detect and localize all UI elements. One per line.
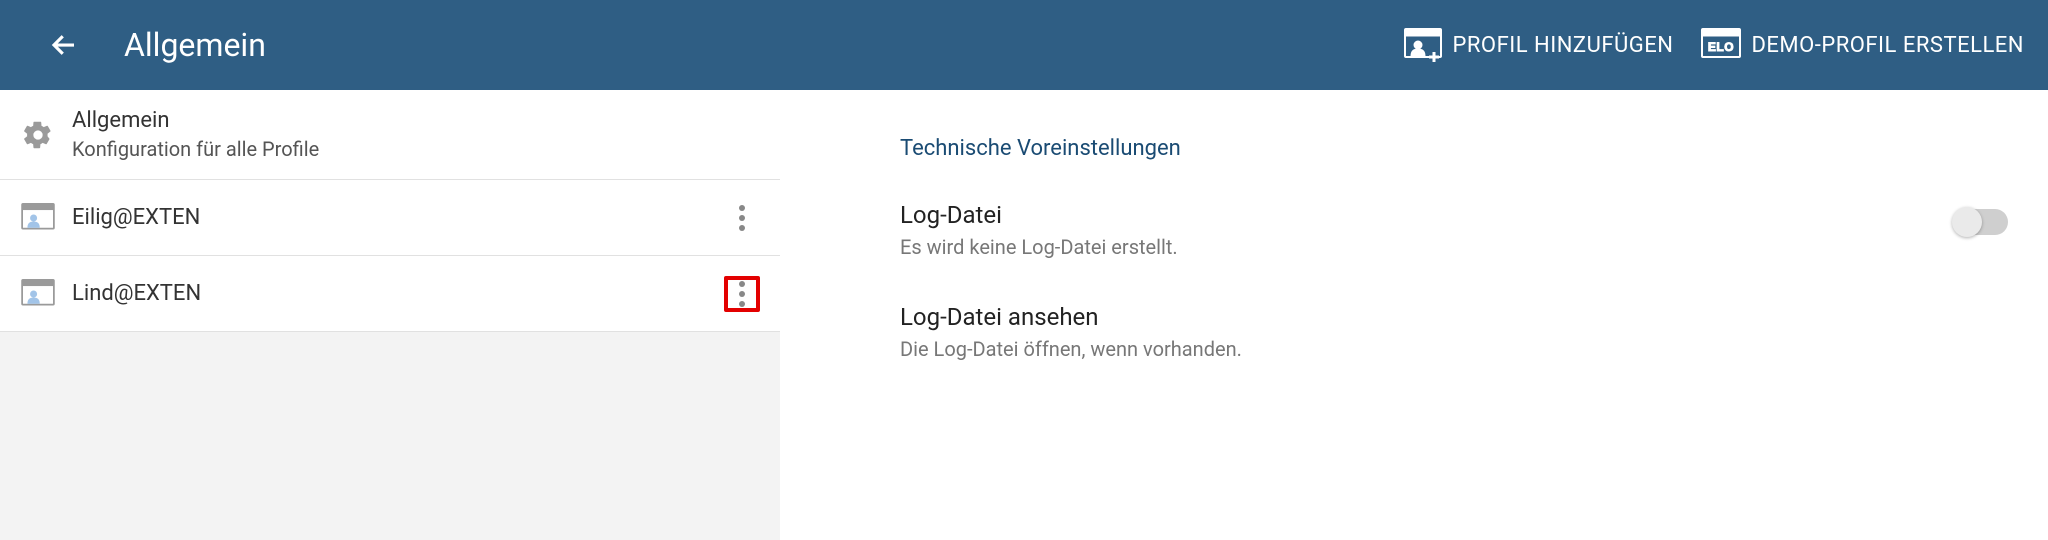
more-vertical-icon <box>738 280 746 308</box>
profile-row[interactable]: Lind@EXTEN <box>0 256 780 332</box>
general-config-row[interactable]: Allgemein Konfiguration für alle Profile <box>0 90 780 180</box>
log-file-title: Log-Datei <box>900 201 1954 229</box>
elo-demo-icon: ELO <box>1701 25 1741 65</box>
profile-list-panel: Allgemein Konfiguration für alle Profile… <box>0 90 780 540</box>
create-demo-profile-button[interactable]: ELO DEMO-PROFIL ERSTELLEN <box>1701 25 2024 65</box>
gear-icon <box>20 117 56 153</box>
header-actions: PROFIL HINZUFÜGEN ELO DEMO-PROFIL ERSTEL… <box>1403 25 2025 65</box>
add-profile-label: PROFIL HINZUFÜGEN <box>1453 33 1674 58</box>
view-log-file-setting[interactable]: Log-Datei ansehen Die Log-Datei öffnen, … <box>900 303 2008 361</box>
app-header: Allgemein PROFIL HINZUFÜGEN EL <box>0 0 2048 90</box>
profile-name: Eilig@EXTEN <box>72 205 724 230</box>
profile-icon <box>20 276 56 312</box>
arrow-left-icon <box>49 30 79 60</box>
add-profile-icon <box>1403 25 1443 65</box>
section-title: Technische Voreinstellungen <box>900 136 2008 161</box>
profile-overflow-menu-button[interactable] <box>724 276 760 312</box>
log-file-setting[interactable]: Log-Datei Es wird keine Log-Datei erstel… <box>900 201 2008 259</box>
profile-icon <box>20 200 56 236</box>
view-log-subtitle: Die Log-Datei öffnen, wenn vorhanden. <box>900 337 2008 361</box>
toggle-knob <box>1952 207 1982 237</box>
log-file-toggle[interactable] <box>1954 209 2008 235</box>
svg-text:ELO: ELO <box>1708 40 1734 54</box>
general-subtitle: Konfiguration für alle Profile <box>72 137 760 161</box>
log-file-subtitle: Es wird keine Log-Datei erstellt. <box>900 235 1954 259</box>
general-title: Allgemein <box>72 108 760 133</box>
profile-row[interactable]: Eilig@EXTEN <box>0 180 780 256</box>
view-log-title: Log-Datei ansehen <box>900 303 2008 331</box>
more-vertical-icon <box>738 204 746 232</box>
page-title: Allgemein <box>124 26 1403 64</box>
create-demo-profile-label: DEMO-PROFIL ERSTELLEN <box>1751 33 2024 58</box>
back-button[interactable] <box>44 25 84 65</box>
profile-name: Lind@EXTEN <box>72 281 724 306</box>
profile-overflow-menu-button[interactable] <box>724 200 760 236</box>
add-profile-button[interactable]: PROFIL HINZUFÜGEN <box>1403 25 1674 65</box>
settings-detail-panel: Technische Voreinstellungen Log-Datei Es… <box>780 90 2048 540</box>
